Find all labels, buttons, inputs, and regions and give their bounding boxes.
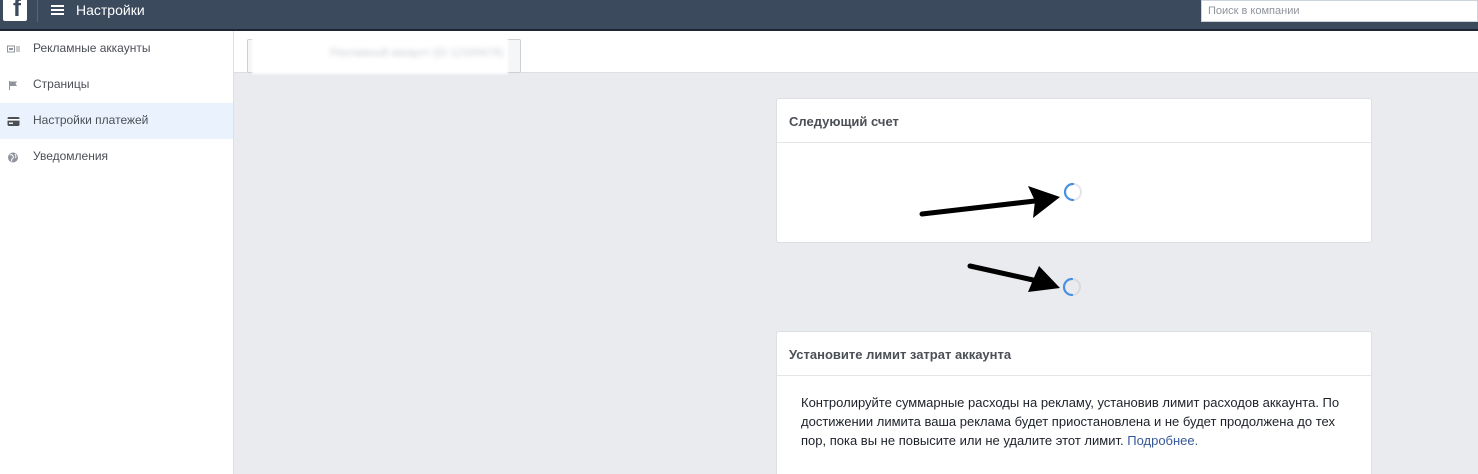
spend-limit-description-block: Контролируйте суммарные расходы на рекла…: [801, 393, 1361, 450]
sidebar: Рекламные аккаунты Страницы Настройки пл…: [0, 31, 234, 474]
sidebar-item-label: Страницы: [33, 77, 90, 91]
card-header: Следующий счет: [777, 99, 1371, 143]
menu-icon[interactable]: [51, 3, 65, 17]
account-selector-bar: Рекламный аккаунт (ID 12345678): [234, 31, 1478, 74]
account-selector-blurred: Рекламный аккаунт (ID 12345678): [252, 34, 508, 74]
sidebar-item-notifications[interactable]: Уведомления: [0, 139, 233, 175]
next-invoice-card: Следующий счет: [776, 98, 1372, 243]
sidebar-item-pages[interactable]: Страницы: [0, 67, 233, 103]
search-box[interactable]: [1201, 0, 1478, 22]
page-title: Настройки: [76, 2, 145, 18]
card-title: Следующий счет: [789, 114, 899, 129]
top-bar: f Настройки: [0, 0, 1478, 31]
spend-limit-description: Контролируйте суммарные расходы на рекла…: [801, 395, 1340, 448]
card-title: Установите лимит затрат аккаунта: [789, 347, 1012, 362]
search-input[interactable]: [1202, 1, 1477, 21]
annotation-arrow-icon: [919, 186, 1060, 218]
card-header: Установите лимит затрат аккаунта: [777, 332, 1371, 376]
spend-limit-card: Установите лимит затрат аккаунта Контрол…: [776, 331, 1372, 474]
facebook-logo-letter: f: [13, 0, 21, 21]
loading-spinner-icon: [1062, 277, 1081, 297]
account-selector-value: Рекламный аккаунт (ID 12345678): [330, 47, 504, 59]
sidebar-item-label: Настройки платежей: [33, 113, 149, 127]
ad-accounts-icon: [7, 45, 20, 53]
facebook-logo[interactable]: f: [3, 0, 27, 21]
learn-more-link[interactable]: Подробнее.: [1127, 433, 1198, 448]
sidebar-item-ad-accounts[interactable]: Рекламные аккаунты: [0, 31, 233, 67]
sidebar-item-payment-settings[interactable]: Настройки платежей: [0, 103, 233, 139]
sidebar-item-label: Рекламные аккаунты: [33, 41, 151, 55]
annotation-arrow-icon: [967, 263, 1060, 292]
loading-spinner-icon: [1063, 182, 1082, 202]
flag-icon: [9, 81, 17, 90]
globe-icon: [8, 152, 18, 163]
top-bar-divider: [37, 0, 38, 22]
sidebar-item-label: Уведомления: [33, 149, 109, 163]
credit-card-icon: [7, 117, 20, 126]
